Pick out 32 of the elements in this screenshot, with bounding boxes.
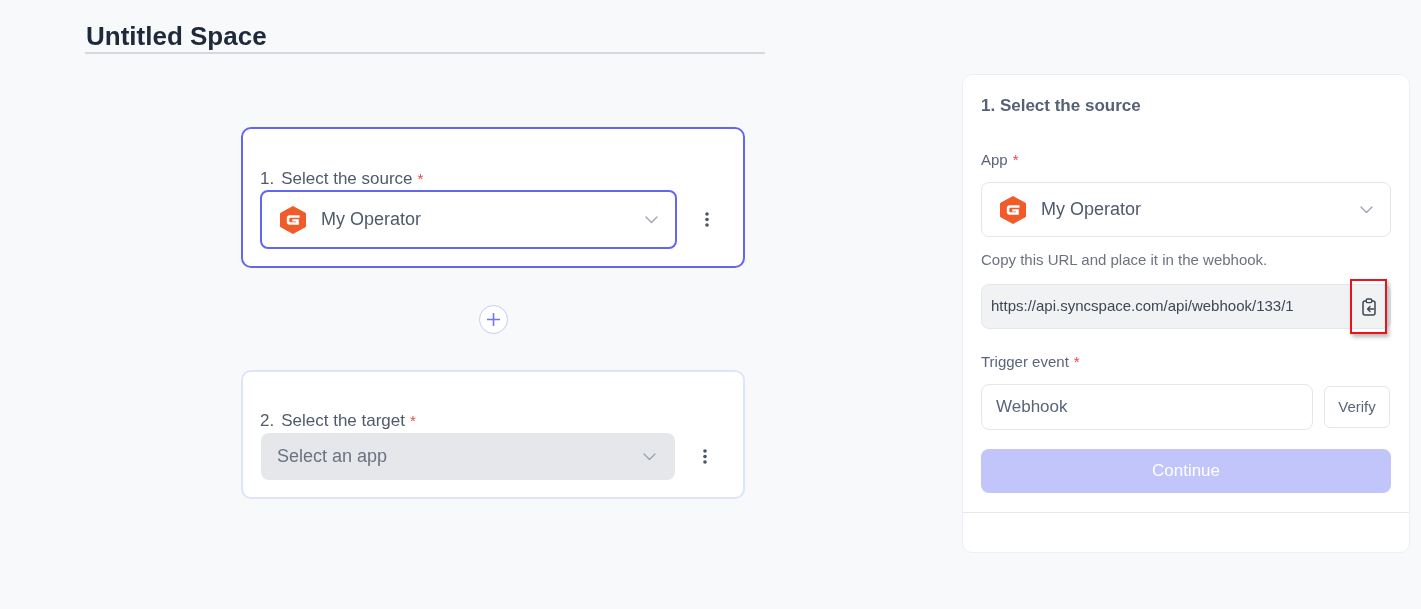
panel-title: 1. Select the source [981, 96, 1142, 116]
kebab-icon [703, 449, 707, 464]
url-field[interactable]: https://api.syncspace.com/api/webhook/133/1 [981, 284, 1391, 329]
verify-button[interactable]: Verify [1324, 386, 1390, 428]
chevron-down-icon [645, 215, 658, 224]
step-number: 2. [260, 411, 275, 431]
field-label: App [981, 151, 1008, 169]
clipboard-icon [1361, 297, 1376, 316]
required-mark: * [1073, 353, 1080, 371]
step-card[interactable]: 1. Select the source * My Operator [241, 127, 745, 268]
plus-icon [486, 313, 500, 326]
step-card[interactable]: 2. Select the target * Select an app [241, 370, 745, 499]
app-select[interactable]: Select an app [261, 433, 675, 480]
page-title: Untitled Space [86, 20, 267, 52]
step-number: 1. [260, 169, 275, 189]
app-select[interactable]: My Operator [981, 182, 1391, 237]
chevron-down-icon [643, 452, 656, 461]
kebab-icon [705, 212, 709, 227]
required-mark: * [410, 411, 416, 431]
copy-button[interactable] [1350, 279, 1387, 334]
required-mark: * [1012, 151, 1019, 169]
step-label: Select the target [281, 411, 405, 431]
add-step-button[interactable] [478, 305, 508, 334]
step-label: Select the source [281, 169, 413, 189]
help-text: Copy this URL and place it in the webhook. [981, 251, 1269, 269]
required-mark: * [417, 169, 424, 189]
hexagon-logo-icon [1000, 195, 1026, 224]
chevron-down-icon [1360, 205, 1373, 214]
app-select[interactable]: My Operator [260, 190, 677, 249]
hexagon-logo-icon [280, 205, 306, 234]
field-label: Trigger event [981, 353, 1069, 371]
trigger-event-field[interactable]: Webhook [981, 384, 1313, 430]
